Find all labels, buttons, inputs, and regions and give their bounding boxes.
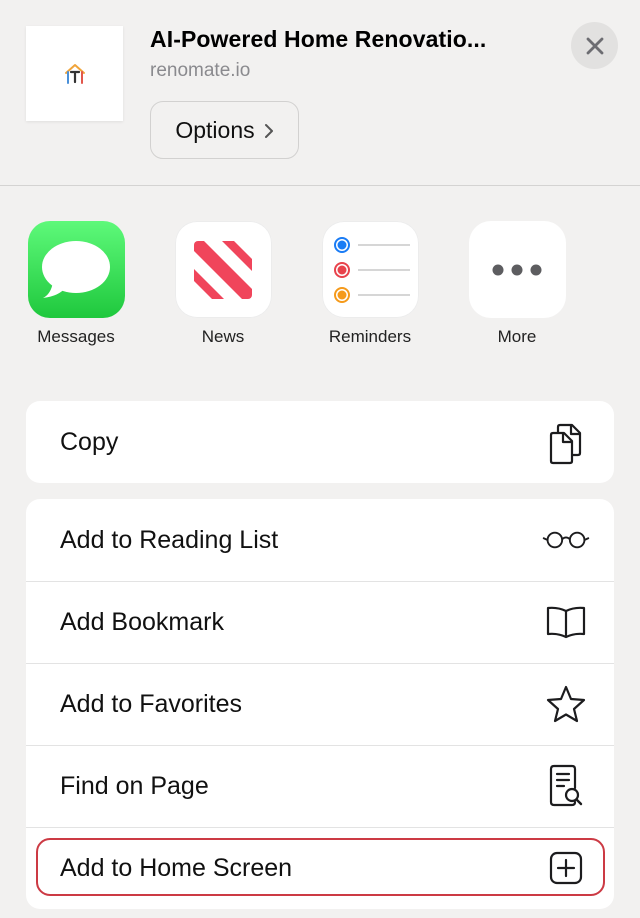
site-thumbnail [26, 26, 123, 121]
action-copy[interactable]: Copy [26, 401, 614, 483]
find-page-icon [542, 764, 590, 808]
app-messages[interactable]: Messages [16, 221, 136, 347]
reminders-icon [321, 221, 419, 318]
action-add-to-home-screen[interactable]: Add to Home Screen [26, 827, 614, 909]
action-add-to-reading-list[interactable]: Add to Reading List [26, 499, 614, 581]
share-sheet: AI-Powered Home Renovatio... renomate.io… [0, 0, 640, 918]
actions-group-main: Add to Reading List Add Bookmark Add to … [26, 499, 614, 909]
action-add-bookmark[interactable]: Add Bookmark [26, 581, 614, 663]
news-icon [174, 221, 272, 318]
page-title: AI-Powered Home Renovatio... [150, 26, 487, 52]
app-reminders[interactable]: Reminders [310, 221, 430, 347]
app-news[interactable]: News [163, 221, 283, 347]
chevron-right-icon [264, 123, 273, 138]
action-label: Copy [60, 427, 119, 456]
action-find-on-page[interactable]: Find on Page [26, 745, 614, 827]
app-more[interactable]: More [457, 221, 577, 347]
app-label: News [201, 327, 245, 346]
close-button[interactable] [571, 22, 618, 69]
add-square-icon [542, 850, 590, 886]
site-domain: renomate.io [150, 60, 251, 81]
app-label: Messages [37, 327, 115, 346]
app-label: Reminders [328, 327, 412, 346]
share-header: AI-Powered Home Renovatio... renomate.io… [0, 0, 640, 186]
more-icon [468, 221, 566, 318]
copy-icon [542, 419, 590, 465]
action-add-to-favorites[interactable]: Add to Favorites [26, 663, 614, 745]
action-label: Add to Home Screen [60, 853, 293, 882]
action-label: Add to Reading List [60, 525, 279, 554]
options-button[interactable]: Options [150, 101, 299, 159]
app-label: More [497, 327, 537, 346]
book-icon [542, 605, 590, 639]
action-label: Find on Page [60, 771, 209, 800]
site-logo-icon [64, 63, 85, 84]
messages-icon [27, 221, 125, 318]
star-icon [542, 685, 590, 723]
glasses-icon [542, 528, 590, 552]
action-label: Add to Favorites [60, 689, 243, 718]
actions-group-copy: Copy [26, 401, 614, 483]
action-label: Add Bookmark [60, 607, 224, 636]
close-icon [586, 37, 603, 54]
options-label: Options [175, 116, 255, 143]
share-apps-row: Messages News Reminders More [0, 186, 640, 376]
